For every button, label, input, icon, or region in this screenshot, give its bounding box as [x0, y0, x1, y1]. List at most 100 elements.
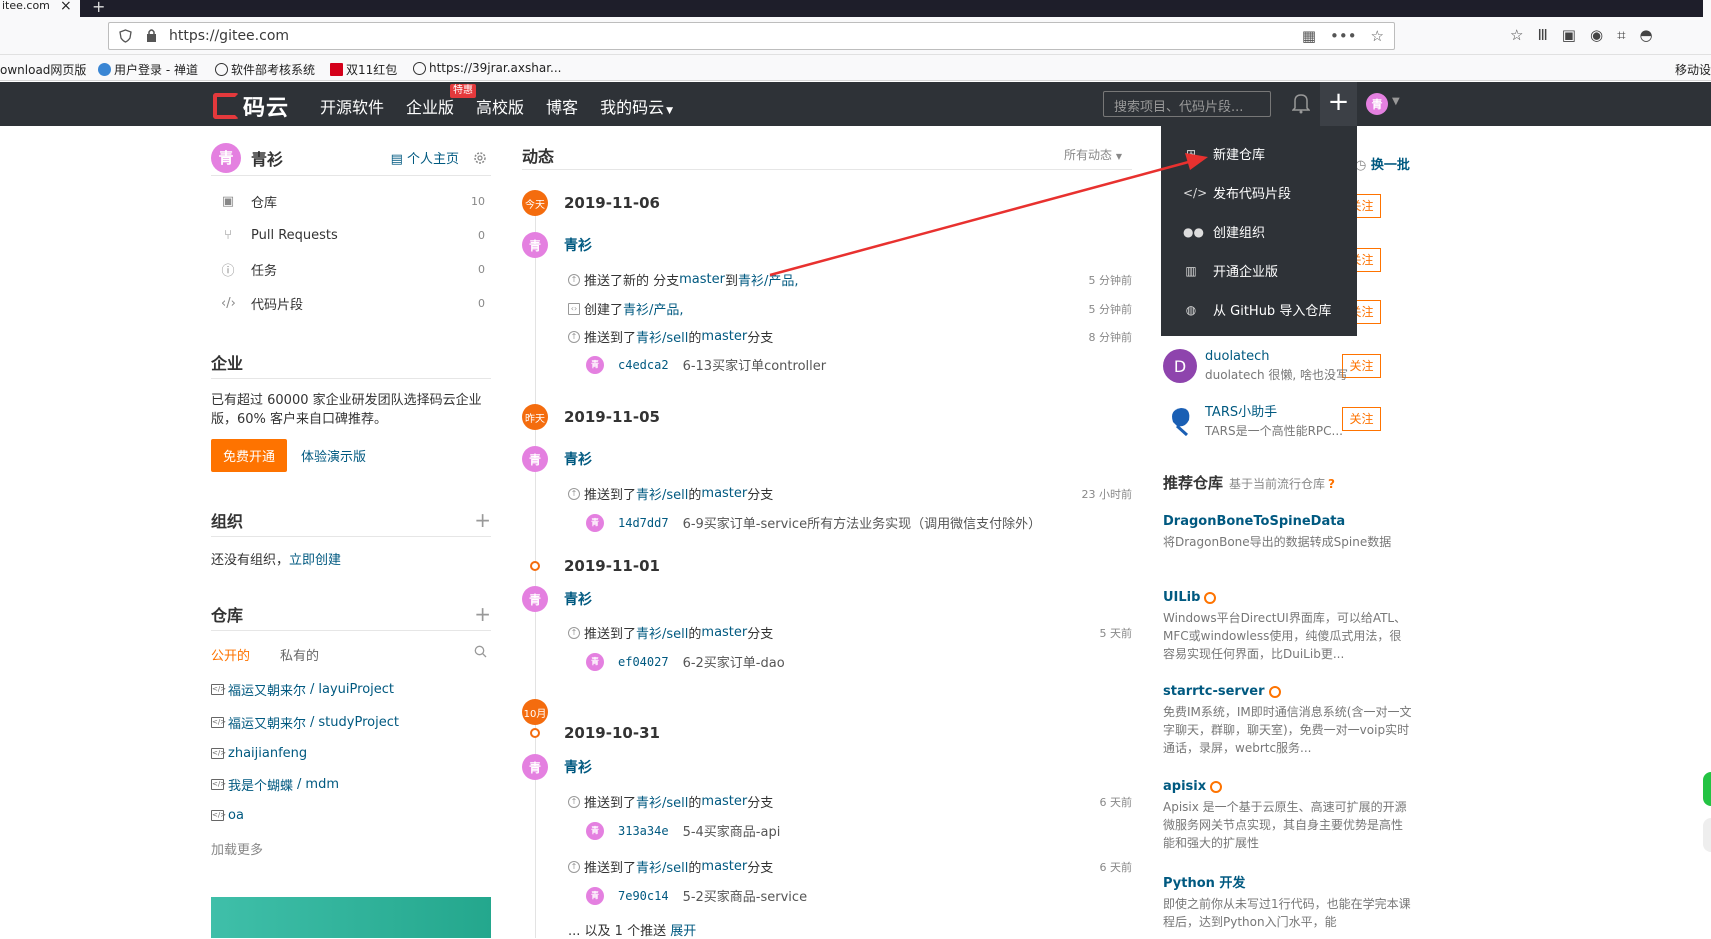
- commit-sha[interactable]: 313a34e: [618, 824, 669, 838]
- feed-user[interactable]: 青青衫: [522, 586, 592, 612]
- refresh-link[interactable]: ◷ 换一批: [1355, 154, 1410, 173]
- create-org-link[interactable]: 立即创建: [289, 553, 341, 568]
- stat-snippets[interactable]: ‹/› 代码片段 0: [211, 286, 491, 320]
- left-sidebar: 青 青衫 ▤ 个人主页 ▣ 仓库 10 ⑂ Pull Requests 0 ⓘ 任务 0 ‹…: [211, 140, 491, 858]
- chevron-down-icon[interactable]: ▼: [1392, 96, 1400, 107]
- tab-private[interactable]: 私有的: [280, 645, 319, 664]
- nav-blog[interactable]: 博客: [546, 94, 578, 118]
- load-more-link[interactable]: 加载更多: [211, 839, 491, 858]
- avatar: 青: [522, 754, 548, 780]
- sidebar-icon[interactable]: ▣: [1562, 26, 1576, 44]
- chat-icon[interactable]: ◓: [1640, 26, 1653, 44]
- recommended-repos-title: 推荐仓库 基于当前流行仓库?: [1163, 474, 1335, 492]
- search-icon[interactable]: [474, 645, 487, 658]
- more-actions-icon[interactable]: •••: [1330, 27, 1357, 45]
- feed-user[interactable]: 青青衫: [522, 754, 592, 780]
- recommended-repo[interactable]: DragonBoneToSpineData 将DragonBone导出的数据转成S…: [1163, 514, 1413, 551]
- bookmark-item[interactable]: 双11红包: [330, 61, 397, 78]
- repo-link[interactable]: </> oa: [211, 808, 491, 823]
- nav-education[interactable]: 高校版: [476, 94, 524, 118]
- user-avatar[interactable]: 青: [1366, 93, 1388, 115]
- repo-link[interactable]: </> 福运又朝来尔 / layuiProject: [211, 680, 491, 699]
- bookmarks-star-icon[interactable]: ☆: [1510, 26, 1523, 44]
- commit-sha[interactable]: ef04027: [618, 655, 669, 669]
- mobile-bookmarks[interactable]: 移动设: [1675, 61, 1711, 78]
- building-icon: ▥: [1185, 263, 1197, 278]
- commit-sha[interactable]: 14d7dd7: [618, 516, 669, 530]
- repo-link[interactable]: </> 福运又朝来尔 / studyProject: [211, 713, 491, 732]
- stat-issues[interactable]: ⓘ 任务 0: [211, 252, 491, 286]
- bookmark-item[interactable]: 软件部考核系统: [215, 61, 315, 78]
- library-icon[interactable]: Ⅲ: [1537, 26, 1547, 44]
- group-icon: ●●: [1183, 224, 1204, 239]
- menu-new-snippet[interactable]: </> 发布代码片段: [1161, 173, 1357, 212]
- globe-icon: [413, 61, 426, 75]
- homepage-link[interactable]: ▤ 个人主页: [391, 148, 459, 167]
- stat-pull-requests[interactable]: ⑂ Pull Requests 0: [211, 218, 491, 252]
- add-repo-icon[interactable]: +: [474, 604, 491, 624]
- demo-link[interactable]: 体验演示版: [301, 446, 366, 465]
- qr-code-icon[interactable]: ▦: [1302, 27, 1316, 45]
- bookmark-item[interactable]: ownload网页版: [0, 61, 86, 78]
- side-widget[interactable]: [1703, 772, 1711, 806]
- nav-enterprise[interactable]: 企业版: [406, 94, 454, 118]
- activity-item: ↑ 推送到了 青衫/sell 的 master 分支 6 天前: [568, 792, 1132, 811]
- tab-public[interactable]: 公开的: [211, 645, 250, 664]
- menu-import-github[interactable]: ◍ 从 GitHub 导入仓库: [1161, 290, 1357, 329]
- date-group: 2019-11-01: [522, 557, 660, 575]
- search-input[interactable]: 搜索项目、代码片段...: [1103, 91, 1271, 117]
- stat-repos[interactable]: ▣ 仓库 10: [211, 184, 491, 218]
- repo-icon: </>: [211, 810, 227, 821]
- new-tab-icon[interactable]: +: [92, 0, 105, 16]
- commit-sha[interactable]: c4edca2: [618, 358, 669, 372]
- account-icon[interactable]: ◉: [1590, 26, 1603, 44]
- close-tab-icon[interactable]: ×: [60, 0, 72, 14]
- feed-filter[interactable]: 所有动态 ▼: [1064, 146, 1122, 163]
- gitee-logo[interactable]: 码云: [213, 90, 289, 122]
- tmall-icon: [330, 63, 343, 76]
- recommended-user[interactable]: D duolatech duolatech 很懒, 啥也没写: [1163, 349, 1348, 383]
- side-widget[interactable]: [1703, 818, 1711, 852]
- bookmark-item[interactable]: 用户登录 - 禅道: [98, 61, 198, 78]
- recommended-repo[interactable]: apisix Apisix 是一个基于云原生、高速可扩展的开源微服务网关节点实现，…: [1163, 779, 1413, 852]
- repo-link[interactable]: </> zhaijianfeng: [211, 746, 491, 761]
- menu-enterprise[interactable]: ▥ 开通企业版: [1161, 251, 1357, 290]
- github-icon: ◍: [1185, 302, 1197, 317]
- promo-banner[interactable]: [211, 897, 491, 938]
- help-icon[interactable]: ?: [1328, 477, 1335, 491]
- recommended-repo[interactable]: UILib Windows平台DirectUI界面库，可以给ATL、MFC或win…: [1163, 590, 1413, 663]
- bookmark-item[interactable]: https://39jrar.axshar...: [413, 61, 562, 75]
- nav-my-gitee[interactable]: 我的码云 ▼: [600, 94, 673, 118]
- user-name[interactable]: 青衫: [251, 146, 283, 170]
- follow-button[interactable]: 关注: [1342, 407, 1381, 431]
- menu-new-repo[interactable]: ⊞ 新建仓库: [1161, 134, 1357, 173]
- shield-icon[interactable]: [119, 29, 132, 43]
- activity-feed: 动态 所有动态 ▼: [522, 140, 1132, 170]
- bell-icon[interactable]: [1292, 92, 1310, 114]
- feed-user[interactable]: 青青衫: [522, 232, 592, 258]
- recommended-user[interactable]: TARS小助手 TARS是一个高性能RPC...: [1163, 401, 1343, 439]
- activity-item: ↑ 推送了新的 分支 master 到 青衫/产品, 5 分钟前: [568, 270, 1132, 289]
- recommended-repo[interactable]: Python 开发 即使之前你从未写过1行代码，也能在学完本课程后，达到Pytho…: [1163, 872, 1413, 931]
- free-trial-button[interactable]: 免费开通: [211, 439, 288, 472]
- avatar[interactable]: 青: [211, 142, 241, 173]
- screenshot-icon[interactable]: ⌗: [1617, 26, 1625, 44]
- gear-icon[interactable]: [473, 151, 487, 165]
- expand-link[interactable]: 展开: [670, 924, 696, 939]
- address-bar[interactable]: https://gitee.com ▦ ••• ☆: [108, 22, 1395, 50]
- add-org-icon[interactable]: +: [474, 510, 491, 530]
- bookmark-star-icon[interactable]: ☆: [1371, 27, 1384, 45]
- enterprise-title: 企业: [211, 350, 491, 379]
- nav-open-source[interactable]: 开源软件: [320, 94, 384, 118]
- create-plus-button[interactable]: +: [1320, 82, 1357, 126]
- menu-new-org[interactable]: ●● 创建组织: [1161, 212, 1357, 251]
- main-nav: 开源软件 企业版 高校版 博客 我的码云 ▼: [320, 94, 695, 118]
- tars-logo-icon: [1163, 403, 1197, 437]
- site-header: 码云 开源软件 企业版 高校版 博客 我的码云 ▼ 特惠 搜索项目、代码片段...…: [0, 82, 1711, 126]
- repo-link[interactable]: </> 我是个蝴蝶 / mdm: [211, 775, 491, 794]
- lock-icon[interactable]: [145, 28, 158, 43]
- commit-sha[interactable]: 7e90c14: [618, 889, 669, 903]
- recommended-repo[interactable]: starrtc-server 免费IM系统，IM即时通信消息系统(含一对一文字聊天…: [1163, 684, 1413, 757]
- feed-user[interactable]: 青青衫: [522, 446, 592, 472]
- browser-tabstrip: itee.com × +: [0, 0, 1711, 17]
